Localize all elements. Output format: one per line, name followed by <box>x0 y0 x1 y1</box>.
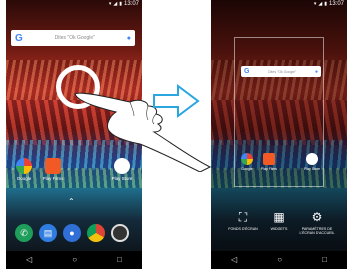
battery-icon: ▮ <box>119 1 122 7</box>
home-settings-option[interactable]: ⚙ PARAMÈTRES DE L'ÉCRAN D'ACCUEIL <box>297 210 337 235</box>
navigation-bar: ◁ ○ □ <box>211 251 347 269</box>
google-logo-icon: G <box>15 32 23 44</box>
home-icon[interactable]: ○ <box>277 256 282 264</box>
google-search-bar[interactable]: G Dites "Ok Google" ● <box>11 30 135 46</box>
search-placeholder: Dites "Ok Google" <box>268 69 297 74</box>
back-icon[interactable]: ◁ <box>231 256 237 264</box>
contacts-icon[interactable]: ● <box>63 224 81 242</box>
option-label: WIDGETS <box>270 227 288 231</box>
play-films-icon[interactable] <box>45 158 61 174</box>
recents-icon[interactable]: □ <box>322 256 327 264</box>
chrome-icon[interactable] <box>87 224 105 242</box>
back-icon[interactable]: ◁ <box>26 256 32 264</box>
widgets-icon: ▦ <box>273 210 285 224</box>
home-screen-edit-mode: ▾ ◢ ▮ 13:07 G Dites "Ok Google" ● Google… <box>211 0 347 269</box>
settings-icon: ⚙ <box>311 210 323 224</box>
battery-icon: ▮ <box>324 1 327 7</box>
camera-icon[interactable] <box>111 224 129 242</box>
mic-icon[interactable]: ● <box>315 69 318 75</box>
chevron-up-icon[interactable]: ⌃ <box>68 197 75 206</box>
status-bar: ▾ ◢ ▮ 13:07 <box>211 0 347 8</box>
wallpapers-option[interactable]: ⛶ FONDS D'ÉCRAN <box>223 209 263 232</box>
google-app-icon[interactable] <box>16 158 32 174</box>
play-store-icon[interactable] <box>306 153 318 165</box>
signal-icon: ◢ <box>318 1 323 7</box>
status-time: 13:07 <box>123 1 139 7</box>
signal-icon: ◢ <box>113 1 118 7</box>
google-search-bar[interactable]: G Dites "Ok Google" ● <box>241 66 321 77</box>
phone-icon[interactable]: ✆ <box>15 224 33 242</box>
arrow-right-icon <box>153 84 200 118</box>
app-label-play-films: Play Films <box>42 176 64 181</box>
play-films-icon[interactable] <box>263 153 275 165</box>
recents-icon[interactable]: □ <box>117 256 122 264</box>
app-label-google: Google <box>16 176 32 181</box>
option-label: PARAMÈTRES DE L'ÉCRAN D'ACCUEIL <box>299 227 335 236</box>
google-app-icon[interactable] <box>241 153 253 165</box>
widgets-option[interactable]: ▦ WIDGETS <box>259 210 299 231</box>
home-icon[interactable]: ○ <box>72 256 77 264</box>
status-time: 13:07 <box>328 1 344 7</box>
wifi-icon: ▾ <box>108 1 112 7</box>
navigation-bar: ◁ ○ □ <box>6 251 142 269</box>
messages-icon[interactable]: ▤ <box>39 224 57 242</box>
wallpaper-icon: ⛶ <box>238 209 248 224</box>
wifi-icon: ▾ <box>313 1 317 7</box>
app-label-play-store: Play Store <box>303 167 321 171</box>
app-label-play-store: Play Store <box>111 176 133 181</box>
app-label-google: Google <box>241 167 253 171</box>
app-label-play-films: Play Films <box>260 167 278 171</box>
option-label: FONDS D'ÉCRAN <box>228 227 258 231</box>
status-bar: ▾ ◢ ▮ 13:07 <box>6 0 142 8</box>
search-placeholder: Dites "Ok Google" <box>54 35 95 41</box>
mic-icon[interactable]: ● <box>127 35 131 42</box>
